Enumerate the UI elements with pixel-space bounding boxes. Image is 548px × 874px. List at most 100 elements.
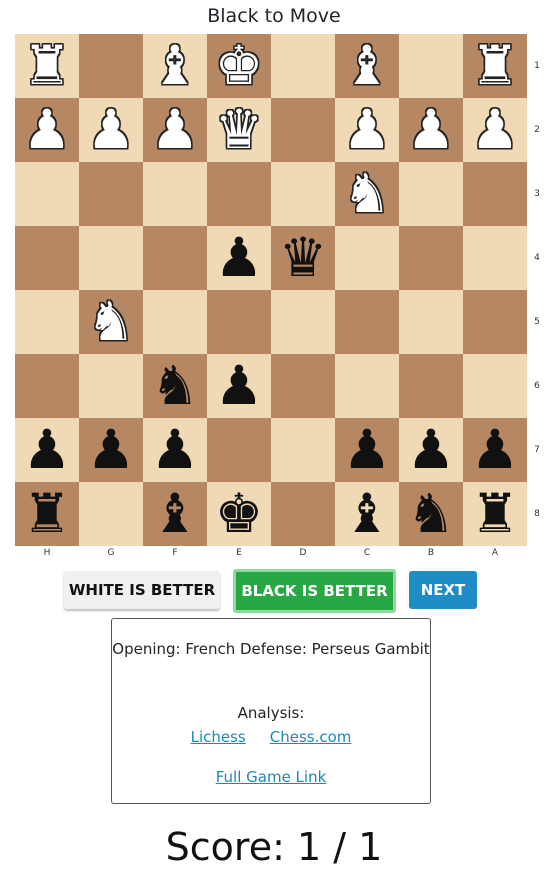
black-knight-icon[interactable]: ♞ — [151, 354, 199, 418]
square-f4[interactable] — [143, 226, 207, 290]
square-a3[interactable] — [463, 162, 527, 226]
black-pawn-icon[interactable]: ♟ — [23, 418, 71, 482]
square-b2[interactable]: ♟ — [399, 98, 463, 162]
square-d7[interactable] — [271, 418, 335, 482]
square-e2[interactable]: ♛ — [207, 98, 271, 162]
square-a1[interactable]: ♜ — [463, 34, 527, 98]
white-pawn-icon[interactable]: ♟ — [407, 98, 455, 162]
square-g4[interactable] — [79, 226, 143, 290]
square-e1[interactable]: ♚ — [207, 34, 271, 98]
full-game-link[interactable]: Full Game Link — [216, 768, 327, 786]
square-b7[interactable]: ♟ — [399, 418, 463, 482]
black-bishop-icon[interactable]: ♝ — [343, 482, 391, 546]
square-h3[interactable] — [15, 162, 79, 226]
black-is-better-button[interactable]: BLACK IS BETTER — [233, 569, 396, 613]
square-b4[interactable] — [399, 226, 463, 290]
square-d6[interactable] — [271, 354, 335, 418]
square-e5[interactable] — [207, 290, 271, 354]
square-f3[interactable] — [143, 162, 207, 226]
square-e6[interactable]: ♟ — [207, 354, 271, 418]
black-pawn-icon[interactable]: ♟ — [407, 418, 455, 482]
square-c2[interactable]: ♟ — [335, 98, 399, 162]
black-pawn-icon[interactable]: ♟ — [215, 226, 263, 290]
square-a8[interactable]: ♜ — [463, 482, 527, 546]
square-f5[interactable] — [143, 290, 207, 354]
square-d1[interactable] — [271, 34, 335, 98]
square-b5[interactable] — [399, 290, 463, 354]
white-pawn-icon[interactable]: ♟ — [23, 98, 71, 162]
square-f6[interactable]: ♞ — [143, 354, 207, 418]
square-h7[interactable]: ♟ — [15, 418, 79, 482]
square-d4[interactable]: ♛ — [271, 226, 335, 290]
black-pawn-icon[interactable]: ♟ — [87, 418, 135, 482]
square-h2[interactable]: ♟ — [15, 98, 79, 162]
lichess-link[interactable]: Lichess — [191, 728, 246, 746]
square-g6[interactable] — [79, 354, 143, 418]
square-f1[interactable]: ♝ — [143, 34, 207, 98]
square-h4[interactable] — [15, 226, 79, 290]
square-h8[interactable]: ♜ — [15, 482, 79, 546]
white-rook-icon[interactable]: ♜ — [23, 34, 71, 98]
black-knight-icon[interactable]: ♞ — [407, 482, 455, 546]
square-c3[interactable]: ♞ — [335, 162, 399, 226]
white-queen-icon[interactable]: ♛ — [215, 98, 263, 162]
square-e4[interactable]: ♟ — [207, 226, 271, 290]
square-g3[interactable] — [79, 162, 143, 226]
square-b3[interactable] — [399, 162, 463, 226]
square-d3[interactable] — [271, 162, 335, 226]
white-knight-icon[interactable]: ♞ — [343, 162, 391, 226]
white-pawn-icon[interactable]: ♟ — [471, 98, 519, 162]
square-g1[interactable] — [79, 34, 143, 98]
square-c4[interactable] — [335, 226, 399, 290]
square-c8[interactable]: ♝ — [335, 482, 399, 546]
square-e8[interactable]: ♚ — [207, 482, 271, 546]
white-knight-icon[interactable]: ♞ — [87, 290, 135, 354]
square-e7[interactable] — [207, 418, 271, 482]
black-pawn-icon[interactable]: ♟ — [471, 418, 519, 482]
square-d2[interactable] — [271, 98, 335, 162]
black-pawn-icon[interactable]: ♟ — [151, 418, 199, 482]
square-e3[interactable] — [207, 162, 271, 226]
square-c7[interactable]: ♟ — [335, 418, 399, 482]
white-pawn-icon[interactable]: ♟ — [151, 98, 199, 162]
square-g2[interactable]: ♟ — [79, 98, 143, 162]
square-f8[interactable]: ♝ — [143, 482, 207, 546]
black-rook-icon[interactable]: ♜ — [23, 482, 71, 546]
white-bishop-icon[interactable]: ♝ — [343, 34, 391, 98]
square-a5[interactable] — [463, 290, 527, 354]
square-a6[interactable] — [463, 354, 527, 418]
square-f2[interactable]: ♟ — [143, 98, 207, 162]
square-d5[interactable] — [271, 290, 335, 354]
chesscom-link[interactable]: Chess.com — [270, 728, 352, 746]
square-d8[interactable] — [271, 482, 335, 546]
square-a4[interactable] — [463, 226, 527, 290]
black-rook-icon[interactable]: ♜ — [471, 482, 519, 546]
black-bishop-icon[interactable]: ♝ — [151, 482, 199, 546]
square-c6[interactable] — [335, 354, 399, 418]
black-king-icon[interactable]: ♚ — [215, 482, 263, 546]
white-pawn-icon[interactable]: ♟ — [87, 98, 135, 162]
square-b8[interactable]: ♞ — [399, 482, 463, 546]
square-c1[interactable]: ♝ — [335, 34, 399, 98]
square-g7[interactable]: ♟ — [79, 418, 143, 482]
square-h5[interactable] — [15, 290, 79, 354]
chess-board[interactable]: ♜ ♝ ♚ ♝ ♜ ♟ ♟ ♟ ♛ ♟ ♟ ♟ ♞ ♟ ♛ ♞ ♞ ♟ ♟ ♟ ♟ ♟ ♟ ♟ ♜ ♝ ♚ ♝ ♞ ♜ — [15, 34, 527, 546]
white-is-better-button[interactable]: WHITE IS BETTER — [64, 571, 220, 609]
white-pawn-icon[interactable]: ♟ — [343, 98, 391, 162]
black-pawn-icon[interactable]: ♟ — [215, 354, 263, 418]
square-a2[interactable]: ♟ — [463, 98, 527, 162]
square-h6[interactable] — [15, 354, 79, 418]
square-h1[interactable]: ♜ — [15, 34, 79, 98]
next-button[interactable]: NEXT — [409, 571, 477, 609]
square-c5[interactable] — [335, 290, 399, 354]
black-queen-icon[interactable]: ♛ — [279, 226, 327, 290]
square-g5[interactable]: ♞ — [79, 290, 143, 354]
square-b1[interactable] — [399, 34, 463, 98]
black-pawn-icon[interactable]: ♟ — [343, 418, 391, 482]
square-g8[interactable] — [79, 482, 143, 546]
white-bishop-icon[interactable]: ♝ — [151, 34, 199, 98]
square-a7[interactable]: ♟ — [463, 418, 527, 482]
square-f7[interactable]: ♟ — [143, 418, 207, 482]
white-rook-icon[interactable]: ♜ — [471, 34, 519, 98]
square-b6[interactable] — [399, 354, 463, 418]
